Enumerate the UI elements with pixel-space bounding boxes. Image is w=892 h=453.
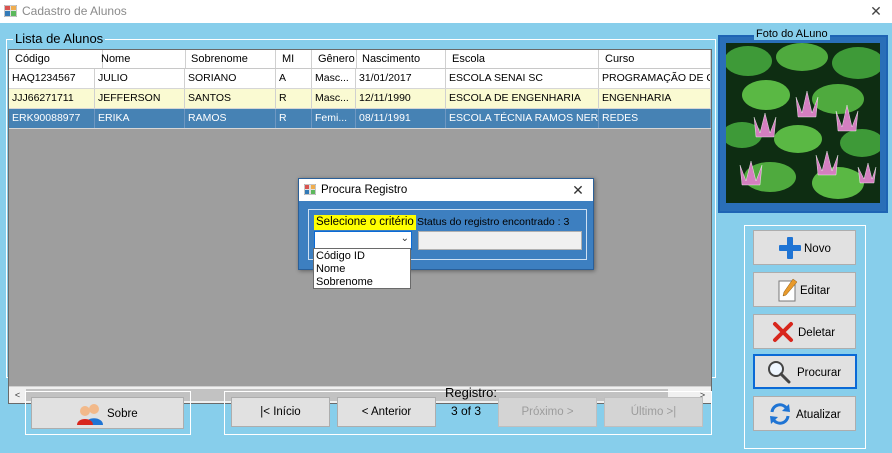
deletar-button[interactable]: Deletar [753, 314, 856, 349]
window-title: Cadastro de Alunos [22, 4, 127, 18]
inicio-button[interactable]: |< Início [231, 397, 330, 427]
novo-label: Novo [804, 243, 831, 255]
dialog-app-icon [304, 184, 316, 195]
app-icon [4, 5, 17, 17]
atualizar-button[interactable]: Atualizar [753, 396, 856, 431]
atualizar-label: Atualizar [796, 409, 841, 421]
delete-x-icon [773, 322, 793, 342]
column-header-nome[interactable]: Nome [95, 50, 186, 68]
dialog-title: Procura Registro [321, 184, 408, 196]
cell-nome: JEFFERSON [95, 89, 185, 108]
window-titlebar: Cadastro de Alunos ✕ [0, 0, 892, 23]
window-close-button[interactable]: ✕ [866, 1, 886, 21]
dropdown-option-nome[interactable]: Nome [316, 263, 345, 276]
cell-escola: ESCOLA DE ENGENHARIA [446, 89, 599, 108]
ultimo-button[interactable]: Último >| [604, 397, 703, 427]
cell-curso: REDES [599, 109, 711, 128]
table-row[interactable]: JJJ66271711 JEFFERSON SANTOS R Masc... 1… [9, 89, 711, 109]
photo-group: Foto do ALuno [718, 28, 888, 213]
dropdown-option-sobrenome[interactable]: Sobrenome [316, 276, 373, 289]
deletar-label: Deletar [798, 327, 836, 339]
status-field[interactable] [418, 231, 582, 250]
plus-icon [779, 237, 801, 259]
grid-header: Código Nome Sobrenome MI Gênero Nascimen… [9, 50, 711, 69]
magnifier-icon [768, 361, 791, 384]
cell-mi: R [276, 89, 312, 108]
registro-value: 3 of 3 [451, 404, 482, 418]
cell-escola: ESCOLA SENAI SC [446, 69, 599, 88]
editar-label: Editar [800, 285, 831, 297]
column-header-genero[interactable]: Gênero [312, 50, 357, 68]
scroll-left-icon[interactable]: < [9, 387, 26, 403]
dialog-titlebar: Procura Registro ✕ [299, 179, 593, 201]
column-header-codigo[interactable]: Código [9, 50, 103, 68]
photo-label: Foto do ALuno [754, 28, 830, 40]
table-row[interactable]: HAQ1234567 JULIO SORIANO A Masc... 31/01… [9, 69, 711, 89]
dropdown-option-codigo[interactable]: Código ID [316, 250, 365, 263]
column-header-sobrenome[interactable]: Sobrenome [185, 50, 276, 68]
cell-curso: PROGRAMAÇÃO DE COM [599, 69, 711, 88]
chevron-down-icon[interactable]: ⌄ [401, 233, 409, 244]
cell-sobrenome: SORIANO [185, 69, 276, 88]
criteria-dropdown-list[interactable]: Código ID Nome Sobrenome [313, 248, 411, 289]
proximo-button[interactable]: Próximo > [498, 397, 597, 427]
column-header-mi[interactable]: MI [276, 50, 312, 68]
registro-label: Registro: [445, 385, 498, 400]
cell-sobrenome: RAMOS [185, 109, 276, 128]
cell-genero: Masc... [312, 69, 356, 88]
cell-sobrenome: SANTOS [185, 89, 276, 108]
refresh-icon [770, 403, 790, 425]
student-list-label: Lista de Alunos [13, 31, 106, 46]
procurar-button[interactable]: Procurar [753, 354, 857, 389]
cell-nome: ERIKA [95, 109, 185, 128]
sobre-button[interactable]: Sobre [31, 397, 184, 429]
status-label: Status do registro encontrado : 3 [417, 216, 570, 228]
cell-genero: Masc... [312, 89, 356, 108]
cell-nascimento: 08/11/1991 [356, 109, 446, 128]
cell-curso: ENGENHARIA [599, 89, 711, 108]
column-header-nascimento[interactable]: Nascimento [356, 50, 446, 68]
cell-nascimento: 12/11/1990 [356, 89, 446, 108]
cell-nome: JULIO [95, 69, 185, 88]
editar-button[interactable]: Editar [753, 272, 856, 307]
cell-nascimento: 31/01/2017 [356, 69, 446, 88]
cell-mi: A [276, 69, 312, 88]
users-icon [77, 404, 103, 425]
sobre-label: Sobre [107, 408, 138, 420]
criteria-label: Selecione o critério [314, 215, 416, 230]
novo-button[interactable]: Novo [753, 230, 856, 265]
cell-codigo: HAQ1234567 [9, 69, 95, 88]
edit-icon [778, 278, 798, 302]
column-header-curso[interactable]: Curso [599, 50, 711, 68]
dialog-close-icon[interactable]: ✕ [569, 181, 587, 199]
cell-genero: Femi... [312, 109, 356, 128]
cell-mi: R [276, 109, 312, 128]
cell-codigo: ERK90088977 [9, 109, 95, 128]
student-photo [726, 43, 880, 203]
column-header-escola[interactable]: Escola [446, 50, 599, 68]
cell-escola: ESCOLA TÉCNIA RAMOS NERU... [446, 109, 599, 128]
anterior-button[interactable]: < Anterior [337, 397, 436, 427]
cell-codigo: JJJ66271711 [9, 89, 95, 108]
procurar-label: Procurar [797, 367, 842, 379]
table-row-selected[interactable]: ERK90088977 ERIKA RAMOS R Femi... 08/11/… [9, 109, 711, 129]
